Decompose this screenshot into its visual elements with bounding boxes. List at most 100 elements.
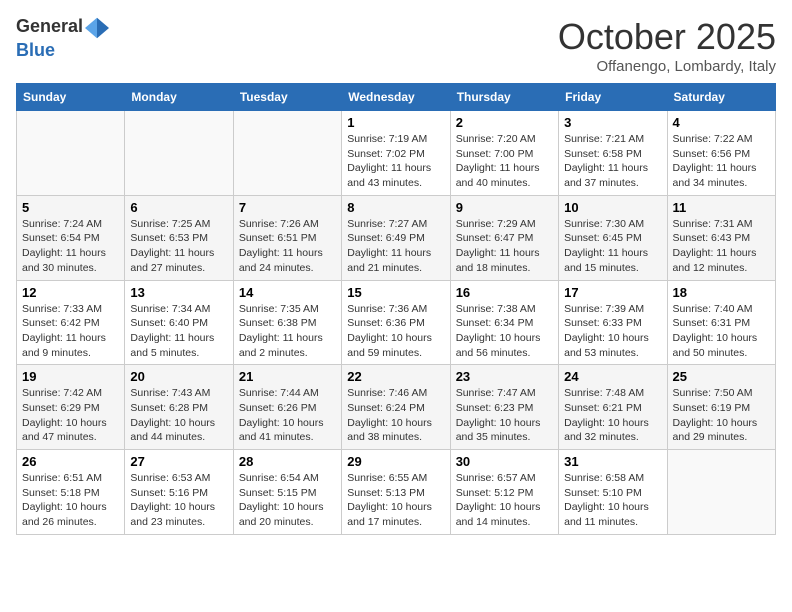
day-cell: 22Sunrise: 7:46 AMSunset: 6:24 PMDayligh…	[342, 365, 450, 450]
day-cell: 15 Sunrise: 7:36 AMSunset: 6:36 PMDayligh…	[342, 280, 450, 365]
day-number: 11	[673, 200, 770, 215]
day-number: 19	[22, 369, 119, 384]
weekday-header-thursday: Thursday	[450, 84, 558, 111]
day-info: Sunrise: 7:19 AMSunset: 7:02 PMDaylight:…	[347, 132, 444, 191]
day-info: Sunrise: 6:53 AMSunset: 5:16 PMDaylight:…	[130, 471, 227, 530]
day-cell: 19 Sunrise: 7:42 AMSunset: 6:29 PMDayligh…	[17, 365, 125, 450]
day-info: Sunrise: 7:40 AMSunset: 6:31 PMDaylight:…	[673, 302, 770, 361]
weekday-header-tuesday: Tuesday	[233, 84, 341, 111]
day-cell: 25 Sunrise: 7:50 AMSunset: 6:19 PMDayligh…	[667, 365, 775, 450]
day-info: Sunrise: 7:36 AMSunset: 6:36 PMDaylight:…	[347, 302, 444, 361]
day-number: 3	[564, 115, 661, 130]
day-info: Sunrise: 7:22 AMSunset: 6:56 PMDaylight:…	[673, 132, 770, 191]
day-cell: 5 Sunrise: 7:24 AMSunset: 6:54 PMDaylight…	[17, 195, 125, 280]
day-number: 21	[239, 369, 336, 384]
day-info: Sunrise: 7:31 AMSunset: 6:43 PMDaylight:…	[673, 217, 770, 276]
day-cell: 21 Sunrise: 7:44 AMSunset: 6:26 PMDayligh…	[233, 365, 341, 450]
day-cell: 27 Sunrise: 6:53 AMSunset: 5:16 PMDayligh…	[125, 450, 233, 535]
day-number: 5	[22, 200, 119, 215]
day-info: Sunrise: 7:26 AMSunset: 6:51 PMDaylight:…	[239, 217, 336, 276]
day-number: 10	[564, 200, 661, 215]
logo-general: General	[16, 16, 83, 36]
day-cell: 20Sunrise: 7:43 AMSunset: 6:28 PMDayligh…	[125, 365, 233, 450]
day-cell: 23Sunrise: 7:47 AMSunset: 6:23 PMDayligh…	[450, 365, 558, 450]
day-info: Sunrise: 7:29 AMSunset: 6:47 PMDaylight:…	[456, 217, 553, 276]
day-number: 30	[456, 454, 553, 469]
logo-icon	[85, 16, 109, 40]
day-info: Sunrise: 6:51 AMSunset: 5:18 PMDaylight:…	[22, 471, 119, 530]
day-number: 24	[564, 369, 661, 384]
day-cell	[17, 111, 125, 196]
location-subtitle: Offanengo, Lombardy, Italy	[558, 58, 776, 75]
week-row-2: 5 Sunrise: 7:24 AMSunset: 6:54 PMDaylight…	[17, 195, 776, 280]
day-number: 7	[239, 200, 336, 215]
day-cell	[233, 111, 341, 196]
month-title: October 2025	[558, 16, 776, 58]
day-cell: 9 Sunrise: 7:29 AMSunset: 6:47 PMDaylight…	[450, 195, 558, 280]
day-cell: 24 Sunrise: 7:48 AMSunset: 6:21 PMDayligh…	[559, 365, 667, 450]
day-cell: 31 Sunrise: 6:58 AMSunset: 5:10 PMDayligh…	[559, 450, 667, 535]
weekday-header-sunday: Sunday	[17, 84, 125, 111]
day-info: Sunrise: 7:34 AMSunset: 6:40 PMDaylight:…	[130, 302, 227, 361]
day-info: Sunrise: 7:44 AMSunset: 6:26 PMDaylight:…	[239, 386, 336, 445]
day-number: 9	[456, 200, 553, 215]
day-cell: 17 Sunrise: 7:39 AMSunset: 6:33 PMDayligh…	[559, 280, 667, 365]
day-number: 22	[347, 369, 444, 384]
header-row: SundayMondayTuesdayWednesdayThursdayFrid…	[17, 84, 776, 111]
weekday-header-saturday: Saturday	[667, 84, 775, 111]
day-number: 15	[347, 285, 444, 300]
day-number: 23	[456, 369, 553, 384]
day-number: 2	[456, 115, 553, 130]
day-number: 16	[456, 285, 553, 300]
day-number: 1	[347, 115, 444, 130]
day-cell	[125, 111, 233, 196]
day-info: Sunrise: 7:43 AMSunset: 6:28 PMDaylight:…	[130, 386, 227, 445]
day-cell: 2 Sunrise: 7:20 AMSunset: 7:00 PMDaylight…	[450, 111, 558, 196]
day-info: Sunrise: 7:20 AMSunset: 7:00 PMDaylight:…	[456, 132, 553, 191]
day-cell: 11 Sunrise: 7:31 AMSunset: 6:43 PMDayligh…	[667, 195, 775, 280]
day-info: Sunrise: 6:58 AMSunset: 5:10 PMDaylight:…	[564, 471, 661, 530]
day-cell: 16Sunrise: 7:38 AMSunset: 6:34 PMDayligh…	[450, 280, 558, 365]
day-info: Sunrise: 7:33 AMSunset: 6:42 PMDaylight:…	[22, 302, 119, 361]
day-number: 31	[564, 454, 661, 469]
day-info: Sunrise: 7:24 AMSunset: 6:54 PMDaylight:…	[22, 217, 119, 276]
day-number: 29	[347, 454, 444, 469]
day-number: 18	[673, 285, 770, 300]
logo: General Blue	[16, 16, 111, 61]
day-cell: 7 Sunrise: 7:26 AMSunset: 6:51 PMDaylight…	[233, 195, 341, 280]
day-cell: 10 Sunrise: 7:30 AMSunset: 6:45 PMDayligh…	[559, 195, 667, 280]
day-info: Sunrise: 7:50 AMSunset: 6:19 PMDaylight:…	[673, 386, 770, 445]
day-cell: 13 Sunrise: 7:34 AMSunset: 6:40 PMDayligh…	[125, 280, 233, 365]
day-cell: 1 Sunrise: 7:19 AMSunset: 7:02 PMDaylight…	[342, 111, 450, 196]
week-row-3: 12Sunrise: 7:33 AMSunset: 6:42 PMDayligh…	[17, 280, 776, 365]
day-number: 27	[130, 454, 227, 469]
weekday-header-friday: Friday	[559, 84, 667, 111]
day-info: Sunrise: 7:27 AMSunset: 6:49 PMDaylight:…	[347, 217, 444, 276]
day-info: Sunrise: 6:57 AMSunset: 5:12 PMDaylight:…	[456, 471, 553, 530]
day-number: 6	[130, 200, 227, 215]
day-cell: 6 Sunrise: 7:25 AMSunset: 6:53 PMDaylight…	[125, 195, 233, 280]
day-info: Sunrise: 7:48 AMSunset: 6:21 PMDaylight:…	[564, 386, 661, 445]
day-number: 25	[673, 369, 770, 384]
day-number: 17	[564, 285, 661, 300]
day-info: Sunrise: 7:30 AMSunset: 6:45 PMDaylight:…	[564, 217, 661, 276]
day-info: Sunrise: 7:42 AMSunset: 6:29 PMDaylight:…	[22, 386, 119, 445]
day-number: 4	[673, 115, 770, 130]
day-info: Sunrise: 6:54 AMSunset: 5:15 PMDaylight:…	[239, 471, 336, 530]
day-number: 8	[347, 200, 444, 215]
logo-blue: Blue	[16, 40, 55, 60]
day-cell: 30 Sunrise: 6:57 AMSunset: 5:12 PMDayligh…	[450, 450, 558, 535]
day-info: Sunrise: 7:21 AMSunset: 6:58 PMDaylight:…	[564, 132, 661, 191]
day-cell: 14Sunrise: 7:35 AMSunset: 6:38 PMDayligh…	[233, 280, 341, 365]
day-info: Sunrise: 7:25 AMSunset: 6:53 PMDaylight:…	[130, 217, 227, 276]
weekday-header-wednesday: Wednesday	[342, 84, 450, 111]
week-row-4: 19 Sunrise: 7:42 AMSunset: 6:29 PMDayligh…	[17, 365, 776, 450]
day-cell: 28Sunrise: 6:54 AMSunset: 5:15 PMDayligh…	[233, 450, 341, 535]
day-cell: 26Sunrise: 6:51 AMSunset: 5:18 PMDayligh…	[17, 450, 125, 535]
day-info: Sunrise: 7:35 AMSunset: 6:38 PMDaylight:…	[239, 302, 336, 361]
day-info: Sunrise: 7:39 AMSunset: 6:33 PMDaylight:…	[564, 302, 661, 361]
day-number: 13	[130, 285, 227, 300]
page-header: General Blue October 2025 Offanengo, Lom…	[16, 16, 776, 75]
calendar-table: SundayMondayTuesdayWednesdayThursdayFrid…	[16, 83, 776, 535]
day-cell: 3 Sunrise: 7:21 AMSunset: 6:58 PMDaylight…	[559, 111, 667, 196]
